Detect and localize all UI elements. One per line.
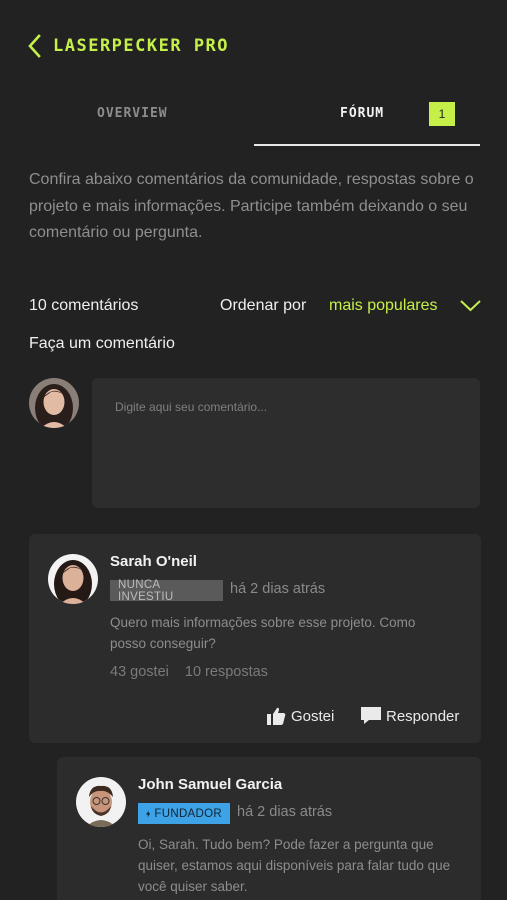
avatar: [76, 777, 126, 827]
tab-overview-label: OVERVIEW: [97, 106, 168, 121]
reply-button-label: Responder: [386, 707, 460, 725]
comment-stats: 43 gostei 10 respostas: [110, 664, 268, 680]
founder-badge-label: FUNDADOR: [154, 807, 222, 820]
tab-forum-label: FÓRUM: [340, 106, 385, 121]
page-title: LASERPECKER PRO: [53, 36, 230, 56]
tab-overview[interactable]: OVERVIEW: [28, 96, 254, 146]
reply-count[interactable]: 10 respostas: [185, 664, 268, 680]
founder-badge: FUNDADOR: [138, 803, 230, 824]
avatar: [48, 554, 98, 604]
lightning-bolt-icon: [146, 810, 151, 817]
sort-label: Ordenar por: [220, 297, 307, 314]
comment-time: há 2 dias atrás: [237, 804, 333, 820]
chevron-down-icon[interactable]: [459, 297, 482, 313]
thumbs-up-icon: [267, 707, 286, 725]
new-comment-heading: Faça um comentário: [29, 335, 175, 352]
like-button-label: Gostei: [291, 707, 335, 725]
like-count: 43 gostei: [110, 664, 169, 680]
comment-input[interactable]: [92, 378, 480, 508]
forum-count-badge: 1: [429, 102, 455, 126]
comment-count: 10 comentários: [29, 297, 139, 314]
speech-bubble-icon: [361, 707, 381, 724]
reply-card: John Samuel Garcia FUNDADOR há 2 dias at…: [57, 757, 481, 900]
app-header: LASERPECKER PRO: [0, 0, 507, 92]
comment-card: Sarah O'neil NUNCA INVESTIU há 2 dias at…: [29, 534, 481, 743]
investor-status-badge: NUNCA INVESTIU: [110, 579, 223, 603]
sort-dropdown[interactable]: mais populares: [329, 297, 438, 315]
comment-author[interactable]: John Samuel Garcia: [138, 776, 282, 793]
tab-forum[interactable]: FÓRUM 1: [254, 96, 480, 146]
tab-bar: OVERVIEW FÓRUM 1: [28, 96, 480, 146]
comment-time: há 2 dias atrás: [230, 581, 326, 597]
comment-author[interactable]: Sarah O'neil: [110, 553, 197, 570]
chevron-left-icon[interactable]: [24, 33, 46, 59]
comment-text: Oi, Sarah. Tudo bem? Pode fazer a pergun…: [138, 837, 451, 894]
avatar: [29, 378, 79, 428]
comment-text: Quero mais informações sobre esse projet…: [110, 615, 416, 651]
like-button[interactable]: Gostei: [267, 706, 334, 726]
reply-button[interactable]: Responder: [361, 706, 459, 726]
forum-intro-text: Confira abaixo comentários da comunidade…: [29, 171, 474, 241]
